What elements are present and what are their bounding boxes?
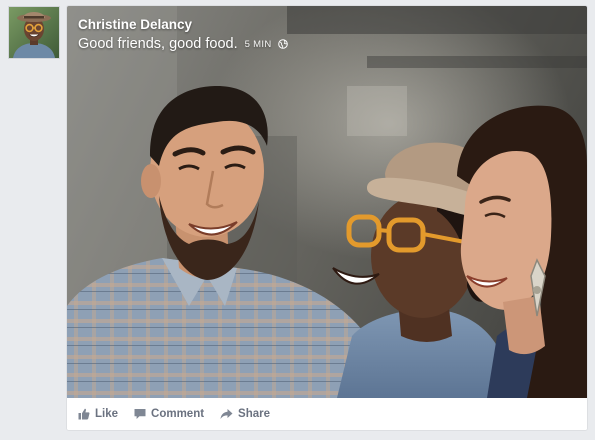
post-photo[interactable]: [67, 6, 587, 398]
post-card: Christine Delancy Good friends, good foo…: [66, 5, 588, 431]
globe-icon[interactable]: [277, 37, 288, 54]
author-name[interactable]: Christine Delancy: [78, 17, 577, 33]
post-header: Christine Delancy Good friends, good foo…: [78, 17, 577, 54]
speech-bubble-icon: [134, 408, 146, 420]
share-label: Share: [238, 408, 271, 420]
author-avatar[interactable]: [8, 6, 60, 59]
comment-label: Comment: [151, 408, 205, 420]
comment-button[interactable]: Comment: [134, 408, 204, 420]
avatar-photo: [9, 7, 59, 58]
post-text: Good friends, good food.: [78, 36, 238, 52]
post-caption-line: Good friends, good food. 5 MIN: [78, 36, 577, 54]
news-feed: Christine Delancy Good friends, good foo…: [0, 0, 595, 440]
like-button[interactable]: Like: [78, 408, 118, 420]
group-photo-image: [67, 6, 587, 398]
post-action-bar: Like Comment Share: [67, 398, 587, 430]
post-timestamp[interactable]: 5 MIN: [245, 39, 272, 50]
share-button[interactable]: Share: [220, 408, 270, 420]
like-label: Like: [95, 408, 119, 420]
thumbs-up-icon: [78, 408, 90, 420]
share-arrow-icon: [220, 408, 233, 420]
